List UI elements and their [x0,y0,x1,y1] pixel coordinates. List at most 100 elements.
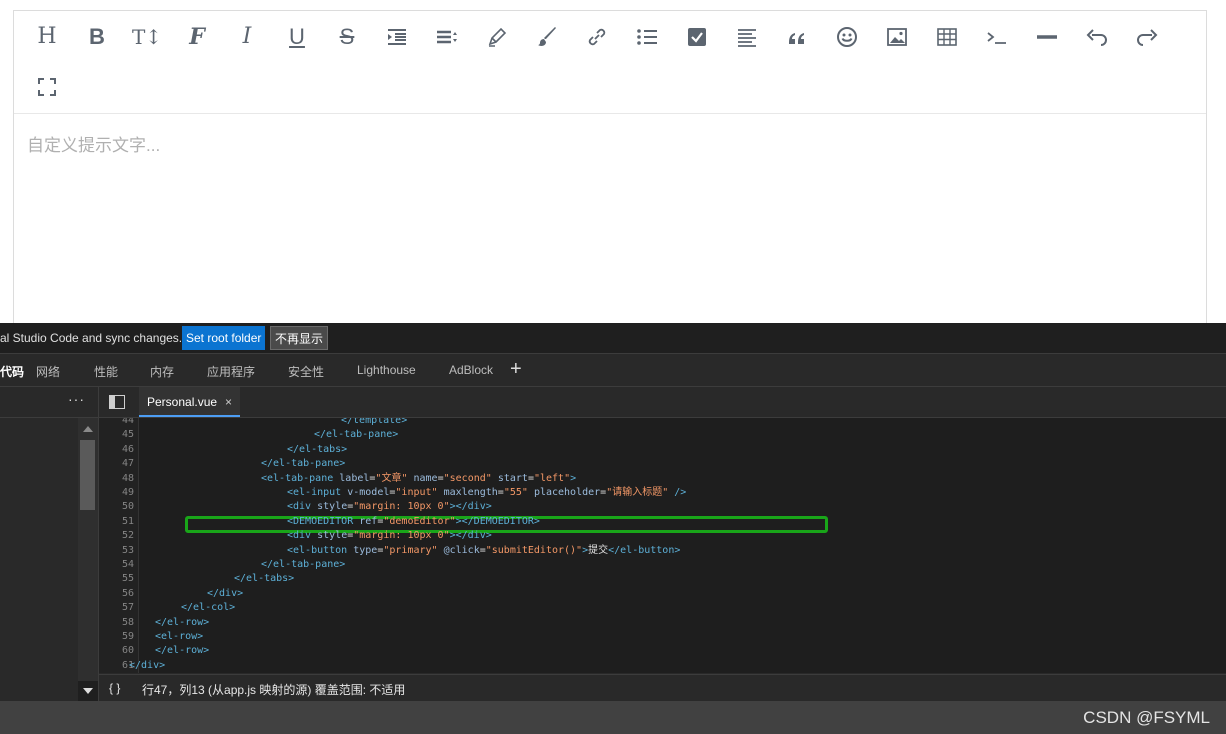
horizontal-rule-icon [1037,35,1057,39]
scroll-down-icon[interactable] [78,681,98,701]
toggle-navigator-icon[interactable] [109,395,125,409]
line-height-button[interactable] [430,20,464,54]
line-number[interactable]: 50 [99,500,134,514]
line-number[interactable]: 47 [99,457,134,471]
code-text[interactable]: </el-tab-pane> [314,428,398,442]
line-number[interactable]: 52 [99,529,134,543]
code-text[interactable]: </div> [207,587,243,601]
code-text[interactable]: <div style="margin: 10px 0"></div> [287,500,492,514]
set-root-folder-button[interactable]: Set root folder [182,326,266,350]
pretty-print-icon[interactable]: { } [109,681,120,695]
line-number[interactable]: 44 [99,418,134,428]
emoji-button[interactable] [830,20,864,54]
line-number[interactable]: 57 [99,601,134,615]
code-text[interactable]: </el-row> [155,616,209,630]
rich-text-editor: H B T↕ F I U S 自定义提示文字... [13,10,1207,324]
close-tab-icon[interactable]: × [225,395,232,409]
underline-button[interactable]: U [280,20,314,54]
underline-icon: U [289,24,305,49]
file-tab-label: Personal.vue [147,395,218,409]
scroll-up-icon[interactable] [83,426,93,432]
fullscreen-button[interactable] [30,70,64,104]
indent-button[interactable] [380,20,414,54]
code-text[interactable]: </el-tab-pane> [261,457,345,471]
code-text[interactable]: <DEMOEDITOR ref="demoEditor"></DEMOEDITO… [287,515,540,529]
undo-button[interactable] [1080,20,1114,54]
code-text[interactable]: <div style="margin: 10px 0"></div> [287,529,492,543]
checkbox-icon [688,28,706,46]
tab-application[interactable]: 应用程序 [207,363,255,380]
line-number[interactable]: 58 [99,616,134,630]
background-color-button[interactable] [530,20,564,54]
code-text[interactable]: <el-tab-pane label="文章" name="second" st… [261,472,576,486]
link-icon [588,28,606,46]
line-height-icon [437,30,457,44]
list-button[interactable] [630,20,664,54]
tab-adblock[interactable]: AdBlock [449,363,493,377]
font-family-icon: F [189,24,205,50]
todo-button[interactable] [680,20,714,54]
quote-button[interactable] [780,20,814,54]
watermark: CSDN @FSYML [1083,708,1210,727]
tab-memory[interactable]: 内存 [150,363,174,380]
line-number[interactable]: 48 [99,472,134,486]
line-number[interactable]: 49 [99,486,134,500]
image-button[interactable] [880,20,914,54]
line-number[interactable]: 55 [99,572,134,586]
font-size-button[interactable]: T↕ [130,20,164,54]
link-button[interactable] [580,20,614,54]
font-size-icon: T↕ [131,25,163,49]
line-number[interactable]: 46 [99,443,134,457]
line-number[interactable]: 56 [99,587,134,601]
code-button[interactable] [980,20,1014,54]
line-number[interactable]: 60 [99,644,134,658]
tab-security[interactable]: 安全性 [288,363,324,380]
code-text[interactable]: <el-button type="primary" @click="submit… [287,544,680,558]
italic-button[interactable]: I [230,20,264,54]
table-button[interactable] [930,20,964,54]
font-color-button[interactable] [480,20,514,54]
code-text[interactable]: </el-tabs> [234,572,294,586]
line-number[interactable]: 53 [99,544,134,558]
file-tab-personal-vue[interactable]: Personal.vue × [139,387,241,417]
line-number[interactable]: 51 [99,515,134,529]
font-family-button[interactable]: F [180,20,214,54]
line-number[interactable]: 54 [99,558,134,572]
scroll-thumb[interactable] [80,440,95,510]
add-tab-icon[interactable]: + [510,358,522,381]
code-text[interactable]: </el-tabs> [287,443,347,457]
code-text[interactable]: </div> [129,659,165,673]
redo-button[interactable] [1130,20,1164,54]
tab-network[interactable]: 网络 [36,363,60,380]
code-text[interactable]: </el-tab-pane> [261,558,345,572]
pen-icon [488,27,507,47]
code-text[interactable]: </el-col> [181,601,235,615]
more-options-icon[interactable]: ··· [68,391,85,407]
tab-lighthouse[interactable]: Lighthouse [357,363,416,377]
indent-icon [388,29,406,45]
smiley-icon [837,27,857,47]
code-text[interactable]: </el-row> [155,644,209,658]
sources-navigator: ··· [0,387,99,701]
tab-performance[interactable]: 性能 [94,363,118,380]
navigator-scrollbar[interactable] [78,418,98,701]
strikethrough-button[interactable]: S [330,20,364,54]
editor-content-area[interactable]: 自定义提示文字... [14,114,1206,324]
italic-icon: I [242,24,252,49]
code-text[interactable]: <el-row> [155,630,203,644]
divider-button[interactable] [1030,20,1064,54]
line-number[interactable]: 45 [99,428,134,442]
list-icon [637,29,657,45]
bold-button[interactable]: B [80,20,114,54]
justify-button[interactable] [730,20,764,54]
sources-status-bar: { } 行47，列13 (从app.js 映射的源) 覆盖范围: 不适用 [99,674,1226,702]
heading-button[interactable]: H [30,20,64,54]
tab-sources[interactable]: 代码 [0,363,24,380]
code-text[interactable]: </template> [341,418,407,428]
table-icon [937,28,957,46]
code-text[interactable]: <el-input v-model="input" maxlength="55"… [287,486,686,500]
dont-show-again-button[interactable]: 不再显示 [270,326,329,350]
cursor-position-text: 行47，列13 (从app.js 映射的源) 覆盖范围: 不适用 [142,683,406,697]
line-number[interactable]: 59 [99,630,134,644]
code-editor[interactable]: 44 </template> 45 </el-tab-pane> 46 </el-tabs… [99,418,1226,673]
